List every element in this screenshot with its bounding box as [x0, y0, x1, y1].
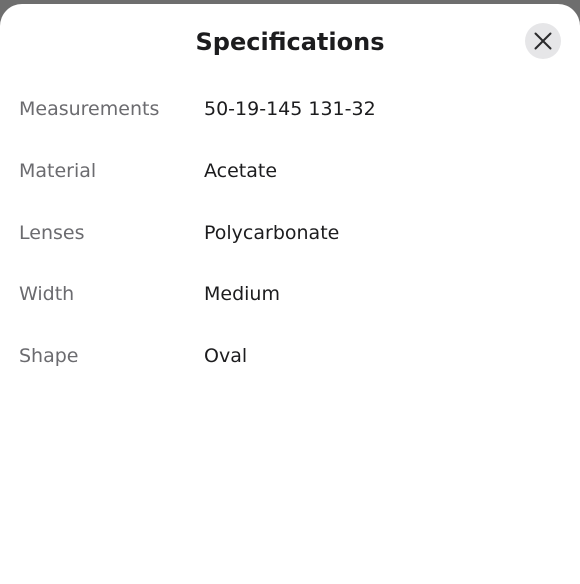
spec-row-lenses: Lenses Polycarbonate	[0, 218, 580, 248]
spec-value: Oval	[204, 345, 248, 367]
specifications-sheet: Specifications Measurements 50-19-145 13…	[0, 4, 580, 584]
spec-value: Polycarbonate	[204, 222, 340, 244]
spec-value: Acetate	[204, 160, 278, 182]
spec-label: Material	[19, 160, 97, 182]
close-icon	[534, 32, 552, 50]
spec-row-shape: Shape Oval	[0, 341, 580, 371]
spec-label: Measurements	[19, 98, 160, 120]
close-button[interactable]	[525, 23, 561, 59]
spec-row-material: Material Acetate	[0, 156, 580, 186]
sheet-title: Specifications	[195, 28, 385, 56]
spec-row-measurements: Measurements 50-19-145 131-32	[0, 94, 580, 124]
spec-label: Lenses	[19, 222, 85, 244]
spec-value: Medium	[204, 283, 280, 305]
spec-value: 50-19-145 131-32	[204, 98, 376, 120]
spec-label: Shape	[19, 345, 79, 367]
spec-row-width: Width Medium	[0, 279, 580, 309]
spec-label: Width	[19, 283, 75, 305]
